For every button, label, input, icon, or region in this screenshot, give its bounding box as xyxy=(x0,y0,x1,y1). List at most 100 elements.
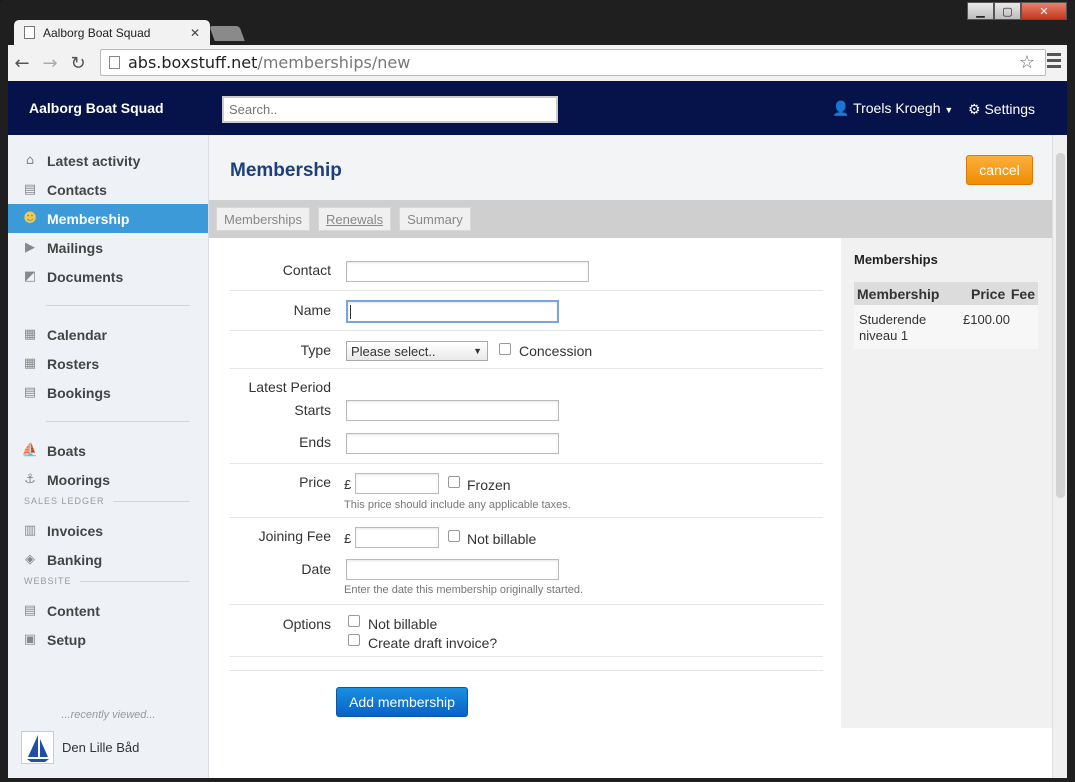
sidebar-item-label: Banking xyxy=(47,551,103,568)
app: Aalborg Boat Squad 👤 Troels Kroegh ▼ ⚙ S… xyxy=(8,81,1067,778)
memberships-panel: Memberships Membership Price Fee Studere… xyxy=(841,238,1052,728)
ends-field[interactable] xyxy=(346,433,559,454)
sidebar-item-latest-activity[interactable]: ⌂ Latest activity xyxy=(8,146,208,175)
sidebar-item-label: Latest activity xyxy=(47,152,141,169)
divider xyxy=(46,305,190,306)
sidebar-item-label: Moorings xyxy=(47,471,110,488)
type-select[interactable]: Please select.. ▼ xyxy=(346,341,488,361)
contact-row: Contact xyxy=(229,238,823,291)
draft-invoice-checkbox[interactable] xyxy=(348,634,360,646)
options-row: Options Not billable Create draft invoic… xyxy=(229,605,823,657)
browser-menu-icon[interactable] xyxy=(1047,53,1061,71)
sidebar-item-membership[interactable]: ☻ Membership xyxy=(8,204,208,233)
date-hint: Enter the date this membership originall… xyxy=(344,584,584,596)
joining-fee-row: Joining Fee £ Not billable Date Enter th… xyxy=(229,518,823,605)
browser-toolbar: ← → ↻ abs.boxstuff.net/memberships/new ☆ xyxy=(8,45,1067,81)
sidebar-item-mailings[interactable]: ▶ Mailings xyxy=(8,233,208,262)
tab-memberships[interactable]: Memberships xyxy=(216,207,311,231)
sidebar-item-label: Membership xyxy=(47,210,130,227)
starts-label: Starts xyxy=(294,402,331,418)
gear-icon: ⚙ xyxy=(968,101,981,117)
scrollbar-thumb[interactable] xyxy=(1056,153,1065,498)
not-billable-checkbox[interactable] xyxy=(448,530,460,542)
sidebar-item-rosters[interactable]: ▦ Rosters xyxy=(8,349,208,378)
settings-link[interactable]: ⚙ Settings xyxy=(968,101,1035,118)
sidebar-item-calendar[interactable]: ▦ Calendar xyxy=(8,320,208,349)
table-header: Membership Price Fee xyxy=(854,282,1038,305)
recently-viewed-label: ...recently viewed... xyxy=(61,709,156,721)
latest-period-label: Latest Period xyxy=(248,379,332,395)
sales-ledger-header: SALES LEDGER xyxy=(8,494,208,508)
documents-icon: ◩ xyxy=(23,269,37,284)
sidebar-item-label: Setup xyxy=(47,631,86,648)
sidebar-item-label: Invoices xyxy=(47,522,104,539)
column-header-membership: Membership xyxy=(857,285,940,302)
price-label: Price xyxy=(299,474,331,490)
sidebar-item-setup[interactable]: ▣ Setup xyxy=(8,625,208,654)
maximize-button[interactable]: ▢ xyxy=(994,2,1021,20)
ends-label: Ends xyxy=(299,434,331,450)
options-not-billable-label: Not billable xyxy=(368,616,438,632)
date-field[interactable] xyxy=(346,559,559,580)
options-not-billable-checkbox[interactable] xyxy=(348,615,360,627)
type-label: Type xyxy=(300,342,331,358)
sidebar-item-moorings[interactable]: ⚓ Moorings xyxy=(8,465,208,494)
user-menu[interactable]: 👤 Troels Kroegh ▼ xyxy=(832,100,953,117)
add-membership-button[interactable]: Add membership xyxy=(336,687,468,717)
starts-field[interactable] xyxy=(346,400,559,421)
address-bar[interactable]: abs.boxstuff.net/memberships/new ☆ xyxy=(100,49,1046,76)
tab-summary[interactable]: Summary xyxy=(399,207,471,231)
reload-icon[interactable]: ↻ xyxy=(64,53,92,74)
recent-item-label: Den Lille Båd xyxy=(62,740,140,755)
sidebar-item-bookings[interactable]: ▤ Bookings xyxy=(8,378,208,407)
currency-symbol: £ xyxy=(344,531,352,546)
draft-invoice-label: Create draft invoice? xyxy=(368,635,498,651)
cancel-button[interactable]: cancel xyxy=(966,155,1033,185)
brand[interactable]: Aalborg Boat Squad xyxy=(29,100,164,116)
setup-icon: ▣ xyxy=(23,632,37,647)
settings-label: Settings xyxy=(984,101,1036,117)
panel-title: Memberships xyxy=(854,252,938,267)
not-billable-label: Not billable xyxy=(467,531,537,547)
sidebar-item-documents[interactable]: ◩ Documents xyxy=(8,262,208,291)
options-label: Options xyxy=(282,616,331,632)
boats-icon: ⛵ xyxy=(21,443,39,458)
website-header: WEBSITE xyxy=(8,574,208,588)
row-membership: Studerende niveau 1 xyxy=(859,312,927,343)
memberships-table: Membership Price Fee Studerende niveau 1… xyxy=(854,282,1038,349)
sidebar-item-boats[interactable]: ⛵ Boats xyxy=(8,436,208,465)
recent-item[interactable]: Den Lille Båd xyxy=(21,731,139,764)
price-field[interactable] xyxy=(355,473,439,494)
name-row: Name xyxy=(229,291,823,331)
sidebar-item-contacts[interactable]: ▤ Contacts xyxy=(8,175,208,204)
anchor-icon: ⚓ xyxy=(24,472,36,487)
window-close-button[interactable]: ✕ xyxy=(1021,2,1067,20)
tab-renewals[interactable]: Renewals xyxy=(318,207,392,231)
sidebar-item-banking[interactable]: ◈ Banking xyxy=(8,545,208,574)
new-tab-button[interactable] xyxy=(209,26,245,41)
contact-field[interactable] xyxy=(346,261,589,282)
joining-fee-field[interactable] xyxy=(355,527,439,548)
date-label: Date xyxy=(301,561,331,577)
sidebar-item-content[interactable]: ▤ Content xyxy=(8,596,208,625)
browser-tab[interactable]: Aalborg Boat Squad ✕ xyxy=(14,20,210,45)
column-header-fee: Fee xyxy=(1010,285,1035,302)
bookmark-star-icon[interactable]: ☆ xyxy=(1019,52,1035,73)
caret-down-icon: ▼ xyxy=(944,105,954,115)
concession-label: Concession xyxy=(519,343,593,359)
contacts-icon: ▤ xyxy=(23,182,37,197)
rosters-icon: ▦ xyxy=(23,356,37,371)
minimize-button[interactable]: ▁ xyxy=(967,2,994,20)
forward-icon[interactable]: → xyxy=(36,53,64,74)
sub-tabs: Memberships Renewals Summary xyxy=(209,200,1052,238)
latest-period-row: Latest Period Starts Ends xyxy=(229,369,823,464)
back-icon[interactable]: ← xyxy=(8,53,36,74)
search-input[interactable] xyxy=(222,96,558,123)
tab-close-icon[interactable]: ✕ xyxy=(190,26,200,40)
concession-checkbox[interactable] xyxy=(499,343,511,355)
scrollbar[interactable] xyxy=(1052,135,1067,778)
table-row[interactable]: Studerende niveau 1 £100.00 xyxy=(854,305,1038,349)
sidebar-item-invoices[interactable]: ▥ Invoices xyxy=(8,516,208,545)
frozen-checkbox[interactable] xyxy=(448,476,460,488)
name-field[interactable] xyxy=(346,300,559,323)
